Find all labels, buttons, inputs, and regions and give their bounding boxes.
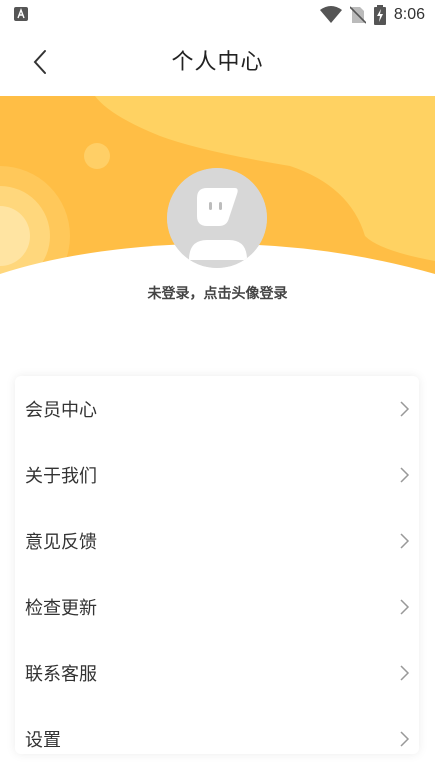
app-header: 个人中心: [0, 30, 435, 96]
chevron-right-icon: [400, 665, 410, 681]
default-avatar-icon: [167, 168, 267, 268]
chevron-right-icon: [400, 533, 410, 549]
menu-item-feedback[interactable]: 意见反馈: [15, 508, 419, 574]
battery-charging-icon: [373, 5, 386, 25]
wifi-icon: [319, 6, 342, 23]
chevron-right-icon: [400, 401, 410, 417]
chevron-right-icon: [400, 467, 410, 483]
menu-list: 会员中心 关于我们 意见反馈 检查更新 联系客服 设置: [15, 376, 419, 754]
menu-item-label: 检查更新: [25, 598, 97, 619]
status-icons: 8:06: [319, 4, 425, 26]
menu-item-label: 意见反馈: [25, 532, 97, 553]
menu-item-label: 联系客服: [25, 664, 97, 685]
menu-item-about-us[interactable]: 关于我们: [15, 442, 419, 508]
menu-item-settings[interactable]: 设置: [15, 706, 419, 754]
status-bar: 8:06: [0, 0, 435, 30]
chevron-right-icon: [400, 599, 410, 615]
page-title: 个人中心: [171, 50, 264, 75]
chevron-right-icon: [400, 731, 410, 747]
login-hint[interactable]: 未登录，点击头像登录: [0, 283, 435, 303]
menu-item-label: 会员中心: [25, 400, 97, 421]
status-time: 8:06: [393, 6, 425, 23]
avatar[interactable]: [167, 168, 267, 268]
menu-item-label: 设置: [25, 730, 61, 751]
no-sim-icon: [349, 6, 366, 24]
menu-item-vip-center[interactable]: 会员中心: [15, 376, 419, 442]
menu-item-customer-service[interactable]: 联系客服: [15, 640, 419, 706]
menu-item-label: 关于我们: [25, 466, 97, 487]
app-notification-icon: [14, 7, 28, 21]
menu-item-check-update[interactable]: 检查更新: [15, 574, 419, 640]
